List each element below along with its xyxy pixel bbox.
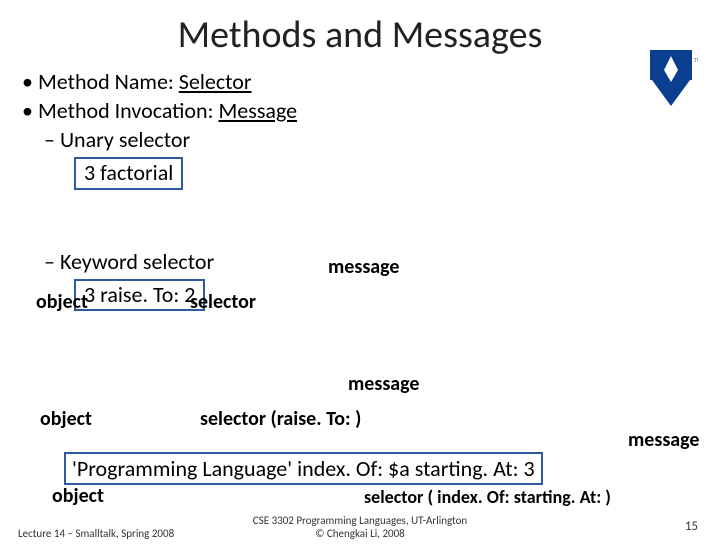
uta-logo: TM xyxy=(644,50,698,115)
bullet-method-invocation: Method Invocation: Message xyxy=(22,97,720,124)
label-selector-raise: selector (raise. To: ) xyxy=(200,407,361,431)
footer-center: CSE 3302 Programming Languages, UT-Arlin… xyxy=(253,514,467,540)
label-object-2: object xyxy=(40,407,92,431)
label-object-3: object xyxy=(52,484,104,508)
footer-center-l2: © Chengkai Li, 2008 xyxy=(315,527,405,540)
svg-text:TM: TM xyxy=(694,56,698,64)
label-selector-long: selector ( index. Of: starting. At: ) xyxy=(364,486,611,508)
slide-number: 15 xyxy=(685,519,698,534)
bullet-text: Method Invocation: xyxy=(38,97,219,124)
code-long: 'Programming Language' index. Of: $a sta… xyxy=(64,452,543,485)
footer-center-l1: CSE 3302 Programming Languages, UT-Arlin… xyxy=(253,514,467,527)
bullet-method-name: Method Name: Selector xyxy=(22,68,720,95)
slide-title: Methods and Messages xyxy=(0,12,720,58)
label-object: object xyxy=(36,290,88,314)
code-keyword: 3 raise. To: 2 xyxy=(74,279,205,312)
label-message-3: message xyxy=(628,428,700,452)
subbullet-unary: Unary selector xyxy=(44,126,720,153)
bullet-text: Method Name: xyxy=(38,68,179,95)
code-unary: 3 factorial xyxy=(74,157,183,190)
label-message-2: message xyxy=(348,372,420,396)
footer-left: Lecture 14 – Smalltalk, Spring 2008 xyxy=(18,527,174,540)
underlined-word: Message xyxy=(218,97,297,124)
label-message: message xyxy=(328,255,400,279)
underlined-word: Selector xyxy=(179,68,252,95)
label-selector: selector xyxy=(190,290,256,314)
